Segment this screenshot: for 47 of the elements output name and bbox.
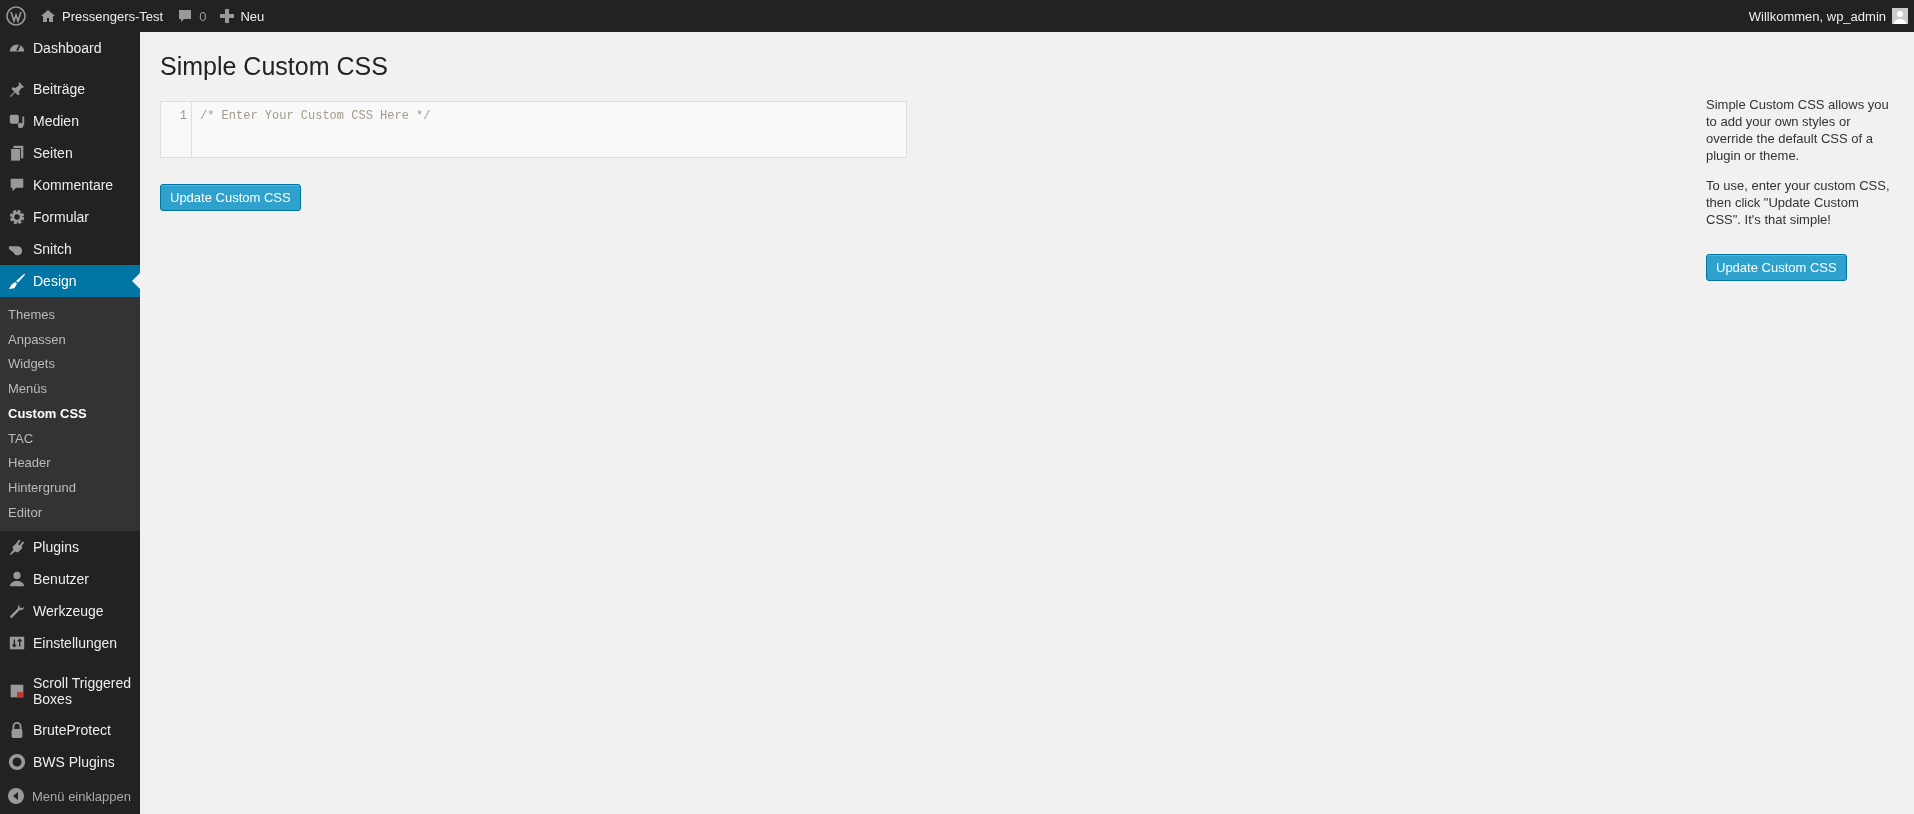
plus-icon[interactable] [220, 9, 235, 23]
help-text: To use, enter your custom CSS, then click "Update Custom CSS". It's that simple! [1706, 177, 1891, 228]
page-title: Simple Custom CSS [160, 51, 389, 81]
code-line: /* Enter Your Custom CSS Here */ [200, 109, 431, 123]
ring-icon [8, 753, 26, 772]
sidebar-item[interactable]: Medien [0, 105, 140, 137]
brush-icon [8, 272, 26, 290]
submenu-item[interactable]: Header [0, 451, 140, 476]
help-text: Simple Custom CSS allows you to add your own styles or override the default CSS of a plugin or theme. [1706, 96, 1890, 164]
sidebar-item[interactable]: Werkzeuge [0, 595, 140, 628]
gear-icon [8, 208, 26, 226]
comment-icon[interactable] [177, 8, 194, 24]
home-icon[interactable] [40, 8, 56, 24]
media-icon [8, 112, 26, 130]
sidebar-item[interactable]: Snitch [0, 233, 140, 265]
user-icon [8, 570, 26, 589]
sidebar-item[interactable]: Einstellungen [0, 627, 140, 660]
submenu-item[interactable]: Themes [0, 303, 140, 328]
sidebar-item[interactable]: Plugins [0, 531, 140, 564]
plug-icon [8, 538, 26, 557]
submenu-item[interactable]: Widgets [0, 352, 140, 378]
pin-icon [8, 80, 26, 98]
sidebar-item[interactable]: Benutzer [0, 563, 140, 596]
line-number: 1 [178, 109, 187, 123]
greeting-link[interactable]: Willkommen, wp_admin [1748, 8, 1886, 24]
sidebar-item[interactable]: Formular [0, 201, 140, 233]
pages-icon [8, 144, 26, 162]
sidebar-item[interactable]: Dashboard [0, 32, 140, 64]
wrench-icon [8, 602, 26, 621]
collapse-menu-button[interactable]: Menü einklappen [0, 778, 140, 814]
sidebar-item[interactable]: Beiträge [0, 73, 140, 105]
sidebar-item[interactable]: Seiten [0, 137, 140, 169]
submenu-item[interactable]: Menüs [0, 377, 140, 402]
sidebar-item[interactable]: Design [0, 265, 140, 297]
sidebar-item[interactable]: Kommentare [0, 169, 140, 201]
new-link[interactable]: Neu [240, 8, 265, 24]
submenu-item[interactable]: Anpassen [0, 327, 140, 353]
sidebar-item[interactable]: Scroll Triggered Boxes [0, 668, 140, 715]
site-name-link[interactable]: Pressengers-Test [62, 8, 164, 24]
submenu-item[interactable]: Custom CSS [0, 401, 140, 427]
comment-count[interactable]: 0 [199, 8, 207, 24]
submenu-item[interactable]: Hintergrund [0, 475, 140, 501]
collapse-icon [8, 788, 24, 805]
sidebar-item[interactable]: BWS Plugins [0, 746, 140, 779]
sidebar-item[interactable]: BruteProtect [0, 714, 140, 747]
submenu-item[interactable]: Editor [0, 500, 140, 526]
submenu-item[interactable]: TAC [0, 426, 140, 452]
